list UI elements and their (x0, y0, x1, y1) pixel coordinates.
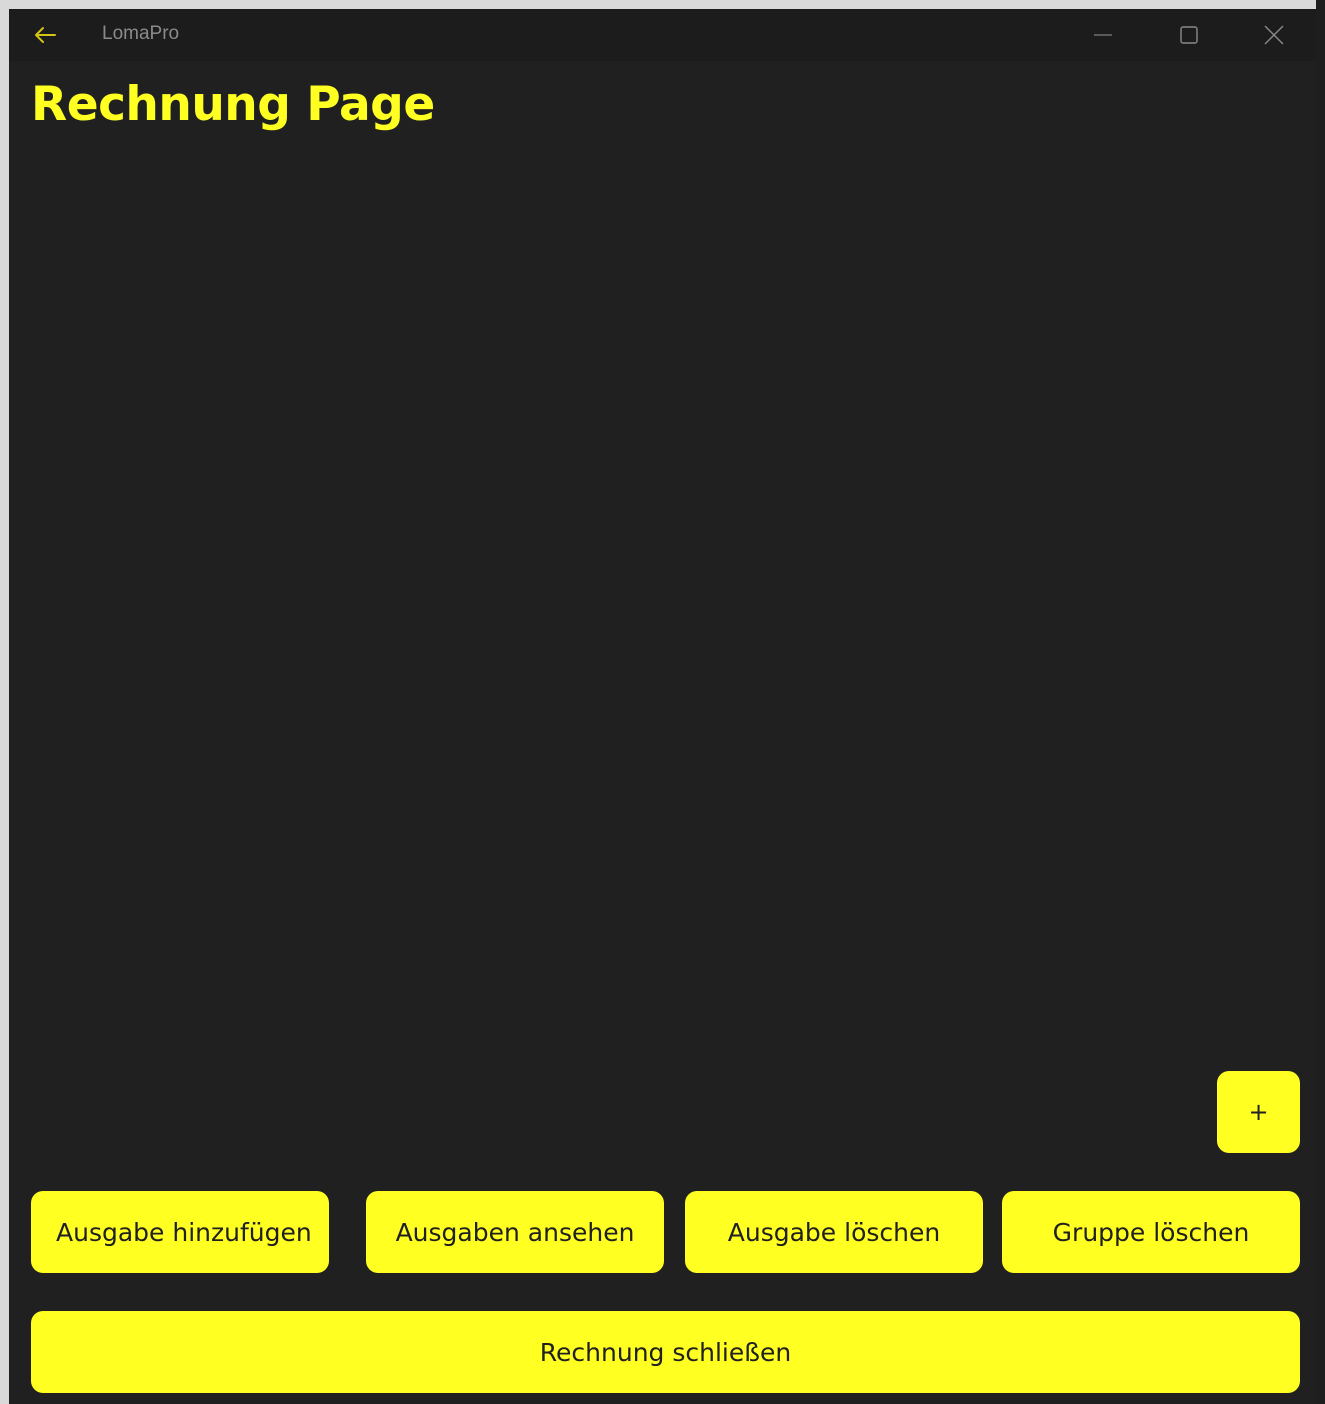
delete-group-button[interactable]: Gruppe löschen (1002, 1191, 1300, 1273)
close-window-button[interactable] (1231, 9, 1316, 61)
arrow-left-icon (35, 27, 56, 43)
delete-expense-button[interactable]: Ausgabe löschen (685, 1191, 983, 1273)
close-icon (1264, 25, 1284, 45)
back-button[interactable] (25, 19, 65, 51)
background-window-edge (1316, 0, 1325, 1404)
app-window: LomaPro Rechnung Page + Ausgabe hinzufüg… (9, 9, 1316, 1404)
minimize-button[interactable] (1060, 9, 1146, 61)
add-button[interactable]: + (1217, 1071, 1300, 1153)
add-expense-button[interactable]: Ausgabe hinzufügen (31, 1191, 329, 1273)
view-expenses-button[interactable]: Ausgaben ansehen (366, 1191, 664, 1273)
minimize-icon (1094, 34, 1112, 36)
title-bar: LomaPro (9, 9, 1316, 61)
app-title: LomaPro (102, 23, 180, 44)
maximize-button[interactable] (1146, 9, 1232, 61)
maximize-icon (1180, 26, 1198, 44)
close-invoice-button[interactable]: Rechnung schließen (31, 1311, 1300, 1393)
page-title: Rechnung Page (31, 77, 435, 132)
